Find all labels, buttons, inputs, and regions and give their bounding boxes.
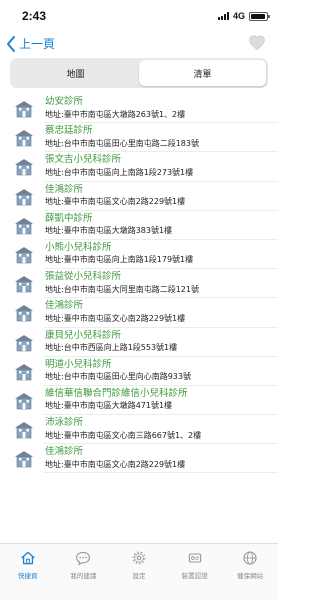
view-toggle: 地圖 清單: [10, 58, 268, 88]
battery-icon: [249, 11, 270, 21]
clinic-name: 張益從小兒科診所: [45, 271, 122, 283]
clinic-info: 小熊小兒科診所地址:臺中市南屯區向上南路1段179號1樓: [45, 242, 193, 267]
bottom-tab-bar: 快捷頁 我的建議 設定 裝置認證 健保網站: [0, 543, 278, 600]
clinic-address: 地址:臺中市南屯區文心南2路229號1樓: [45, 459, 186, 469]
clinic-building-icon: [14, 245, 34, 265]
clinic-building-icon: [14, 274, 34, 294]
clinic-name: 薛凱中診所: [45, 212, 93, 224]
clinic-list-item[interactable]: 佳鴻診所 地址:臺中市南屯區文心南2路229號1樓: [0, 298, 278, 328]
clinic-list-item[interactable]: 康貝兒小兒科診所地址:台中市西區向上路1段553號1樓: [0, 328, 278, 357]
clinic-list-item[interactable]: 薛凱中診所地址:臺中市南屯區大墩路383號1樓: [0, 211, 278, 241]
tab-quick-page[interactable]: 快捷頁: [0, 544, 56, 600]
back-label: 上一頁: [19, 37, 56, 51]
clinic-info: 幼安診所地址:臺中市南屯區大墩路263號1、2樓: [45, 96, 185, 121]
tab-map[interactable]: 地圖: [12, 60, 139, 86]
clinic-name: 佳鴻診所: [45, 300, 84, 312]
clinic-info: 明道小兒科診所地址:台中市南屯區田心里向心南路933號: [45, 359, 191, 384]
clinic-address: 地址:臺中市南屯區大墩路383號1樓: [45, 226, 173, 236]
clinic-info: 佳鴻診所地址:臺中市南屯區文心南2路229號1樓: [45, 184, 185, 209]
clinic-list-item[interactable]: 沛泳診所 地址:臺中市南屯區文心南三路667號1、2樓: [0, 415, 278, 445]
clinic-name: 張文吉小兒科診所: [45, 154, 122, 166]
clinic-building-icon: [14, 303, 34, 323]
clinic-name: 明道小兒科診所: [45, 358, 112, 370]
clinic-address: 地址:台中市南屯區大同里南屯路二段121號: [45, 284, 199, 294]
clinic-building-icon: [14, 391, 34, 411]
status-bar: 2:43 4G: [0, 0, 278, 32]
clinic-name: 蔡忠廷診所: [45, 125, 93, 137]
clinic-building-icon: [14, 216, 34, 236]
clinic-info: 佳鴻診所 地址:臺中市南屯區文心南2路229號1樓: [45, 300, 185, 325]
signal-icon: [217, 12, 229, 20]
device-icon: [188, 553, 201, 563]
clinic-address: 地址:台中市南屯區田心里南屯路二段183號: [45, 138, 199, 148]
clinic-info: 維信華信聯合門診維信小兒科診所 地址:臺中市南屯區大墩路471號1樓: [45, 388, 188, 413]
clinic-info: 張文吉小兒科診所 地址:台中市南屯區向上南路1段273號1樓: [45, 154, 193, 179]
clinic-building-icon: [14, 449, 34, 469]
clinic-address: 地址:臺中市南屯區文心南2路229號1樓: [45, 313, 186, 323]
back-button[interactable]: 上一頁: [6, 35, 55, 52]
tab-label: 快捷頁: [18, 572, 38, 580]
clinic-info: 薛凱中診所地址:臺中市南屯區大墩路383號1樓: [45, 213, 172, 238]
status-indicators: 4G: [217, 11, 270, 21]
clinic-info: 康貝兒小兒科診所地址:台中市西區向上路1段553號1樓: [45, 330, 177, 355]
clinic-address: 地址:台中市南屯區田心里向心南路933號: [45, 372, 191, 382]
clinic-info: 佳鴻診所 地址:臺中市南屯區文心南2路229號1樓: [45, 446, 185, 471]
clinic-name: 沛泳診所: [45, 417, 84, 429]
clinic-list-item[interactable]: 佳鴻診所 地址:臺中市南屯區文心南2路229號1樓: [0, 444, 278, 474]
globe-icon: [243, 551, 257, 565]
clinic-list-item[interactable]: 幼安診所地址:臺中市南屯區大墩路263號1、2樓: [0, 94, 278, 124]
home-icon: [20, 551, 35, 565]
clinic-address: 地址:臺中市南屯區向上南路1段179號1樓: [45, 255, 194, 265]
clinic-name: 幼安診所: [45, 96, 84, 107]
clinic-list-item[interactable]: 張文吉小兒科診所 地址:台中市南屯區向上南路1段273號1樓: [0, 152, 278, 182]
clinic-info: 張益從小兒科診所 地址:台中市南屯區大同里南屯路二段121號: [45, 271, 199, 296]
tab-label: 健保網站: [237, 572, 264, 580]
clinic-list-item[interactable]: 小熊小兒科診所地址:臺中市南屯區向上南路1段179號1樓: [0, 240, 278, 270]
clinic-address: 地址:臺中市南屯區文心南三路667號1、2樓: [45, 430, 202, 440]
clinic-address: 地址:臺中市南屯區大墩路263號1、2樓: [45, 109, 186, 119]
clinic-address: 地址:臺中市南屯區大墩路471號1樓: [45, 401, 173, 411]
clinic-building-icon: [14, 362, 34, 382]
clinic-name: 維信華信聯合門診維信小兒科診所: [45, 387, 188, 399]
chat-bubble-icon: [76, 551, 91, 566]
chevron-left-icon: [7, 35, 15, 52]
tab-label: 裝置認證: [181, 572, 208, 580]
clinic-name: 小熊小兒科診所: [45, 241, 112, 253]
clinic-list-item[interactable]: 張益從小兒科診所 地址:台中市南屯區大同里南屯路二段121號: [0, 269, 278, 299]
clinic-name: 佳鴻診所: [45, 183, 84, 195]
clinic-building-icon: [14, 128, 34, 148]
tab-list[interactable]: 清單: [139, 60, 266, 86]
status-time: 2:43: [22, 9, 47, 23]
clinic-building-icon: [14, 420, 34, 440]
nav-bar: 上一頁: [0, 32, 278, 58]
heart-icon[interactable]: [248, 34, 266, 51]
clinic-list-item[interactable]: 蔡忠廷診所 地址:台中市南屯區田心里南屯路二段183號: [0, 123, 278, 153]
clinic-building-icon: [14, 99, 34, 119]
clinic-building-icon: [14, 187, 34, 207]
tab-settings[interactable]: 設定: [111, 544, 167, 600]
clinic-building-icon: [14, 157, 34, 177]
clinic-list-item[interactable]: 明道小兒科診所地址:台中市南屯區田心里向心南路933號: [0, 357, 278, 387]
network-type: 4G: [232, 11, 245, 21]
tab-nhi-website[interactable]: 健保網站: [222, 544, 278, 600]
clinic-list-item[interactable]: 維信華信聯合門診維信小兒科診所 地址:臺中市南屯區大墩路471號1樓: [0, 386, 278, 416]
clinic-building-icon: [14, 333, 34, 353]
clinic-name: 康貝兒小兒科診所: [45, 329, 122, 341]
tab-device-auth[interactable]: 裝置認證: [167, 544, 223, 600]
clinic-address: 地址:台中市南屯區向上南路1段273號1樓: [45, 167, 194, 177]
gear-icon: [132, 551, 146, 565]
tab-label: 設定: [132, 572, 146, 580]
clinic-address: 地址:台中市西區向上路1段553號1樓: [45, 343, 178, 352]
clinic-info: 沛泳診所 地址:臺中市南屯區文心南三路667號1、2樓: [45, 417, 201, 442]
tab-label: 我的建議: [70, 572, 97, 580]
clinic-list-item[interactable]: 佳鴻診所地址:臺中市南屯區文心南2路229號1樓: [0, 182, 278, 211]
tab-my-suggestions[interactable]: 我的建議: [56, 544, 112, 600]
clinic-name: 佳鴻診所: [45, 446, 84, 458]
clinic-list: 幼安診所 地址:臺中市南屯區大墩路263號1、2樓 蔡忠廷診所 地址:台中市南屯區田心…: [0, 94, 278, 474]
clinic-address: 地址:臺中市南屯區文心南2路229號1樓: [45, 197, 186, 207]
battery-fill: [251, 13, 266, 19]
clinic-info: 蔡忠廷診所 地址:台中市南屯區田心里南屯路二段183號: [45, 125, 199, 150]
